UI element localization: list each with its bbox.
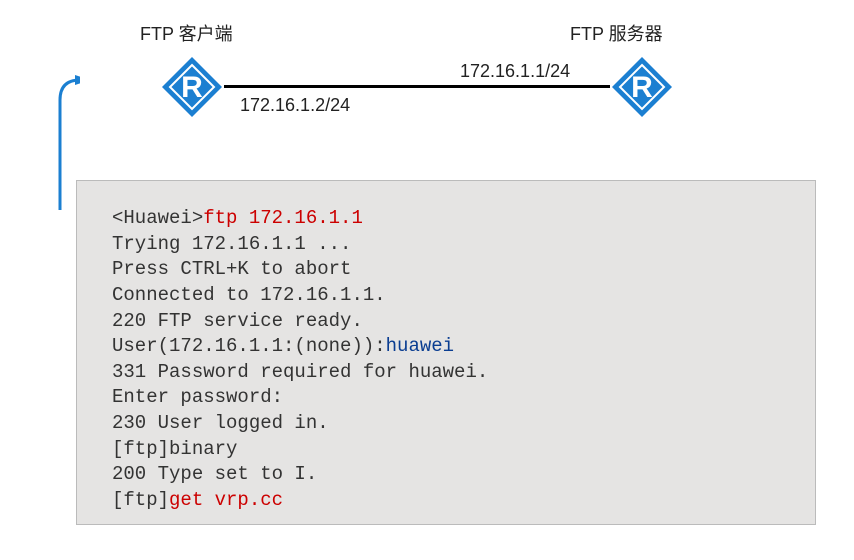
network-topology: FTP 客户端 FTP 服务器 R R 172.16.1.2/24 172.16…: [120, 20, 740, 150]
client-router-icon: R: [160, 55, 224, 119]
server-router-icon: R: [610, 55, 674, 119]
terminal-output: <Huawei>ftp 172.16.1.1Trying 172.16.1.1 …: [76, 180, 816, 525]
client-ip-label: 172.16.1.2/24: [240, 95, 350, 116]
router-letter: R: [631, 71, 653, 104]
terminal-line: 220 FTP service ready.: [112, 309, 780, 335]
callout-arrow-icon: [20, 70, 80, 210]
terminal-line: <Huawei>ftp 172.16.1.1: [112, 206, 780, 232]
terminal-line: Press CTRL+K to abort: [112, 257, 780, 283]
terminal-line: Enter password:: [112, 385, 780, 411]
terminal-line: User(172.16.1.1:(none)):huawei: [112, 334, 780, 360]
server-ip-label: 172.16.1.1/24: [460, 61, 570, 82]
network-link-line: [224, 85, 610, 88]
terminal-lines: <Huawei>ftp 172.16.1.1Trying 172.16.1.1 …: [112, 206, 780, 514]
server-label: FTP 服务器: [570, 20, 663, 46]
terminal-line: 331 Password required for huawei.: [112, 360, 780, 386]
terminal-line: 230 User logged in.: [112, 411, 780, 437]
terminal-line: 200 Type set to I.: [112, 462, 780, 488]
client-label: FTP 客户端: [140, 20, 233, 46]
terminal-line: Connected to 172.16.1.1.: [112, 283, 780, 309]
terminal-line: [ftp]get vrp.cc: [112, 488, 780, 514]
terminal-line: Trying 172.16.1.1 ...: [112, 232, 780, 258]
router-letter: R: [181, 71, 203, 104]
terminal-line: [ftp]binary: [112, 437, 780, 463]
